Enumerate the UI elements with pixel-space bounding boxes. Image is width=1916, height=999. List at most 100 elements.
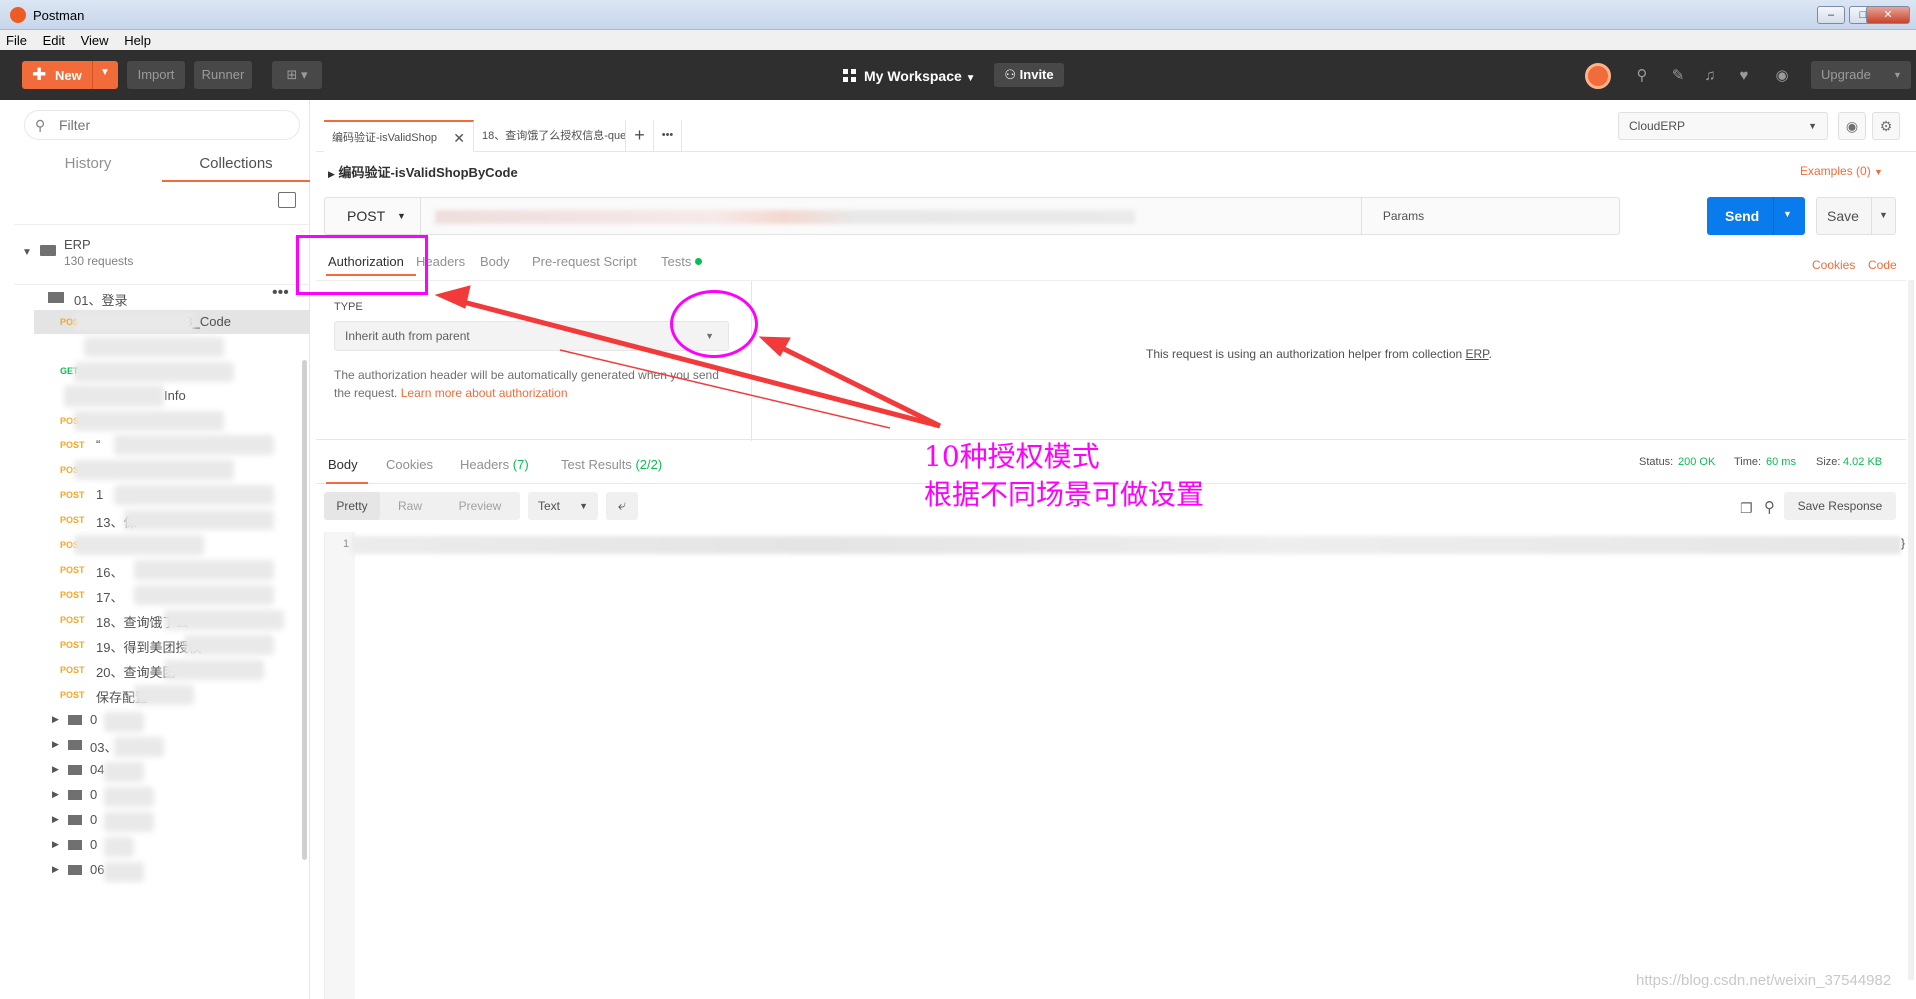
import-button[interactable]: Import	[127, 61, 185, 89]
eye-icon[interactable]: ◉	[1838, 112, 1866, 140]
save-button[interactable]: Save ▼	[1816, 197, 1896, 235]
new-tab-button[interactable]: +	[626, 120, 654, 152]
collection-name: ERP	[64, 237, 91, 252]
sidebar-scrollbar[interactable]	[302, 360, 307, 860]
response-tab-headers[interactable]: Headers (7)	[460, 457, 529, 472]
folder-row[interactable]: ▶ 0	[34, 783, 310, 807]
params-button[interactable]: Params	[1361, 198, 1445, 234]
examples-dropdown[interactable]: Examples (0) ▼	[1800, 164, 1883, 178]
request-tab-label: 编码验证-isValidShop	[332, 132, 437, 144]
folder-name: 0	[90, 837, 98, 852]
interceptor-satellite-icon[interactable]: ⚲	[1632, 66, 1652, 86]
view-mode-group: Pretty Raw Preview	[324, 492, 520, 520]
response-tab-cookies[interactable]: Cookies	[386, 457, 433, 472]
redacted-text	[104, 712, 144, 732]
wrap-lines-icon[interactable]: ⤶	[606, 492, 638, 520]
window-titlebar: Postman – □ ✕	[0, 0, 1916, 30]
response-body[interactable]: 1 }	[324, 532, 1905, 999]
request-title[interactable]: ▶ 编码验证-isValidShopByCode	[328, 162, 518, 181]
request-tab-active[interactable]: 编码验证-isValidShop ✕	[324, 120, 474, 152]
redacted-text	[164, 610, 284, 630]
auth-message-suffix: .	[1488, 347, 1492, 361]
folder-row[interactable]: ▶ 03、	[34, 733, 310, 757]
learn-more-link[interactable]: Learn more about authorization	[401, 386, 568, 400]
sidebar: ⚲ History Collections ▼ ERP 130 requests…	[14, 100, 310, 999]
menu-file[interactable]: File	[0, 30, 33, 48]
sync-status-icon[interactable]	[1585, 63, 1611, 89]
collection-link[interactable]: ERP	[1466, 347, 1489, 361]
status-value[interactable]: 200 OK	[1678, 456, 1715, 468]
tab-tests[interactable]: Tests	[661, 254, 703, 269]
new-collection-icon[interactable]	[278, 192, 296, 208]
settings-wrench-icon[interactable]: ✎	[1668, 66, 1688, 86]
save-dropdown-caret-icon[interactable]: ▼	[1879, 210, 1888, 220]
folder-row[interactable]: ▶ 06	[34, 858, 310, 882]
code-link[interactable]: Code	[1868, 258, 1897, 272]
tab-history[interactable]: History	[14, 152, 162, 182]
response-tab-test-results[interactable]: Test Results (2/2)	[561, 457, 662, 472]
main-scrollbar[interactable]	[1908, 280, 1914, 980]
redacted-text	[74, 411, 224, 431]
runner-button[interactable]: Runner	[194, 61, 252, 89]
tab-collections[interactable]: Collections	[162, 152, 310, 182]
view-preview-button[interactable]: Preview	[440, 492, 520, 520]
view-raw-button[interactable]: Raw	[380, 492, 440, 520]
line-gutter	[325, 532, 355, 999]
copy-icon[interactable]: ❐	[1740, 500, 1753, 517]
format-select[interactable]: Text ▼	[528, 492, 598, 520]
environment-select[interactable]: CloudERP ▼	[1618, 112, 1828, 140]
method-select[interactable]: POST ▼	[325, 198, 421, 234]
new-dropdown-caret-icon[interactable]: ▼	[100, 67, 110, 78]
notifications-bell-icon[interactable]: ♫	[1700, 66, 1720, 86]
folder-login[interactable]: 01、登录 •••	[14, 284, 310, 310]
send-dropdown-caret-icon[interactable]: ▼	[1783, 209, 1792, 219]
filter-box[interactable]: ⚲	[24, 110, 300, 140]
response-headers-count: (7)	[512, 457, 529, 472]
collection-erp[interactable]: ▼ ERP 130 requests	[14, 225, 310, 285]
redacted-text	[134, 685, 194, 705]
more-options-icon[interactable]: •••	[272, 284, 289, 302]
folder-row[interactable]: ▶ 0	[34, 833, 310, 857]
time-value[interactable]: 60 ms	[1766, 456, 1796, 468]
invite-button[interactable]: ⚇ Invite	[994, 63, 1064, 87]
workspace-selector[interactable]: My Workspace ▼	[843, 68, 976, 84]
redacted-text	[84, 337, 224, 357]
request-name: Info	[164, 388, 186, 403]
request-tab[interactable]: 18、查询饿了么授权信息-que	[474, 120, 626, 152]
tab-body[interactable]: Body	[480, 254, 510, 269]
annotation-line-2: 根据不同场景可做设置	[924, 478, 1205, 511]
close-icon[interactable]: ✕	[453, 122, 465, 152]
menu-help[interactable]: Help	[118, 30, 157, 48]
gear-icon[interactable]: ⚙	[1872, 112, 1900, 140]
new-window-button[interactable]: ⊞ ▾	[272, 61, 322, 89]
send-button[interactable]: Send ▼	[1707, 197, 1805, 235]
url-input-redacted[interactable]	[435, 210, 1135, 224]
save-response-button[interactable]: Save Response	[1784, 492, 1896, 520]
folder-row[interactable]: ▶ 0	[34, 708, 310, 732]
upgrade-button[interactable]: Upgrade ▼	[1811, 61, 1911, 89]
redacted-text	[114, 485, 274, 505]
minimize-button[interactable]: –	[1817, 6, 1845, 24]
menu-view[interactable]: View	[75, 30, 115, 48]
heart-icon[interactable]: ♥	[1734, 66, 1754, 86]
main-panel: 编码验证-isValidShop ✕ 18、查询饿了么授权信息-que + ••…	[316, 100, 1916, 999]
method-badge: POST	[60, 665, 85, 675]
view-pretty-button[interactable]: Pretty	[324, 492, 380, 520]
filter-input[interactable]	[59, 116, 289, 134]
tab-more-button[interactable]: •••	[654, 120, 682, 152]
folder-row[interactable]: ▶ 04	[34, 758, 310, 782]
tab-pre-request-script[interactable]: Pre-request Script	[532, 254, 637, 269]
new-button[interactable]: ✚ New ▼	[22, 61, 118, 89]
close-window-button[interactable]: ✕	[1866, 6, 1910, 24]
type-label: TYPE	[334, 301, 363, 313]
size-value[interactable]: 4.02 KB	[1843, 456, 1882, 468]
folder-row[interactable]: ▶ 0	[34, 808, 310, 832]
closing-brace: }	[1901, 536, 1906, 550]
search-icon[interactable]: ⚲	[1764, 498, 1775, 516]
cookies-link[interactable]: Cookies	[1812, 258, 1855, 272]
response-tab-body[interactable]: Body	[328, 457, 358, 472]
user-avatar-icon[interactable]: ◉	[1772, 66, 1792, 86]
caret-down-icon[interactable]: ▼	[22, 247, 32, 258]
menu-edit[interactable]: Edit	[37, 30, 71, 48]
folder-icon	[68, 790, 82, 800]
